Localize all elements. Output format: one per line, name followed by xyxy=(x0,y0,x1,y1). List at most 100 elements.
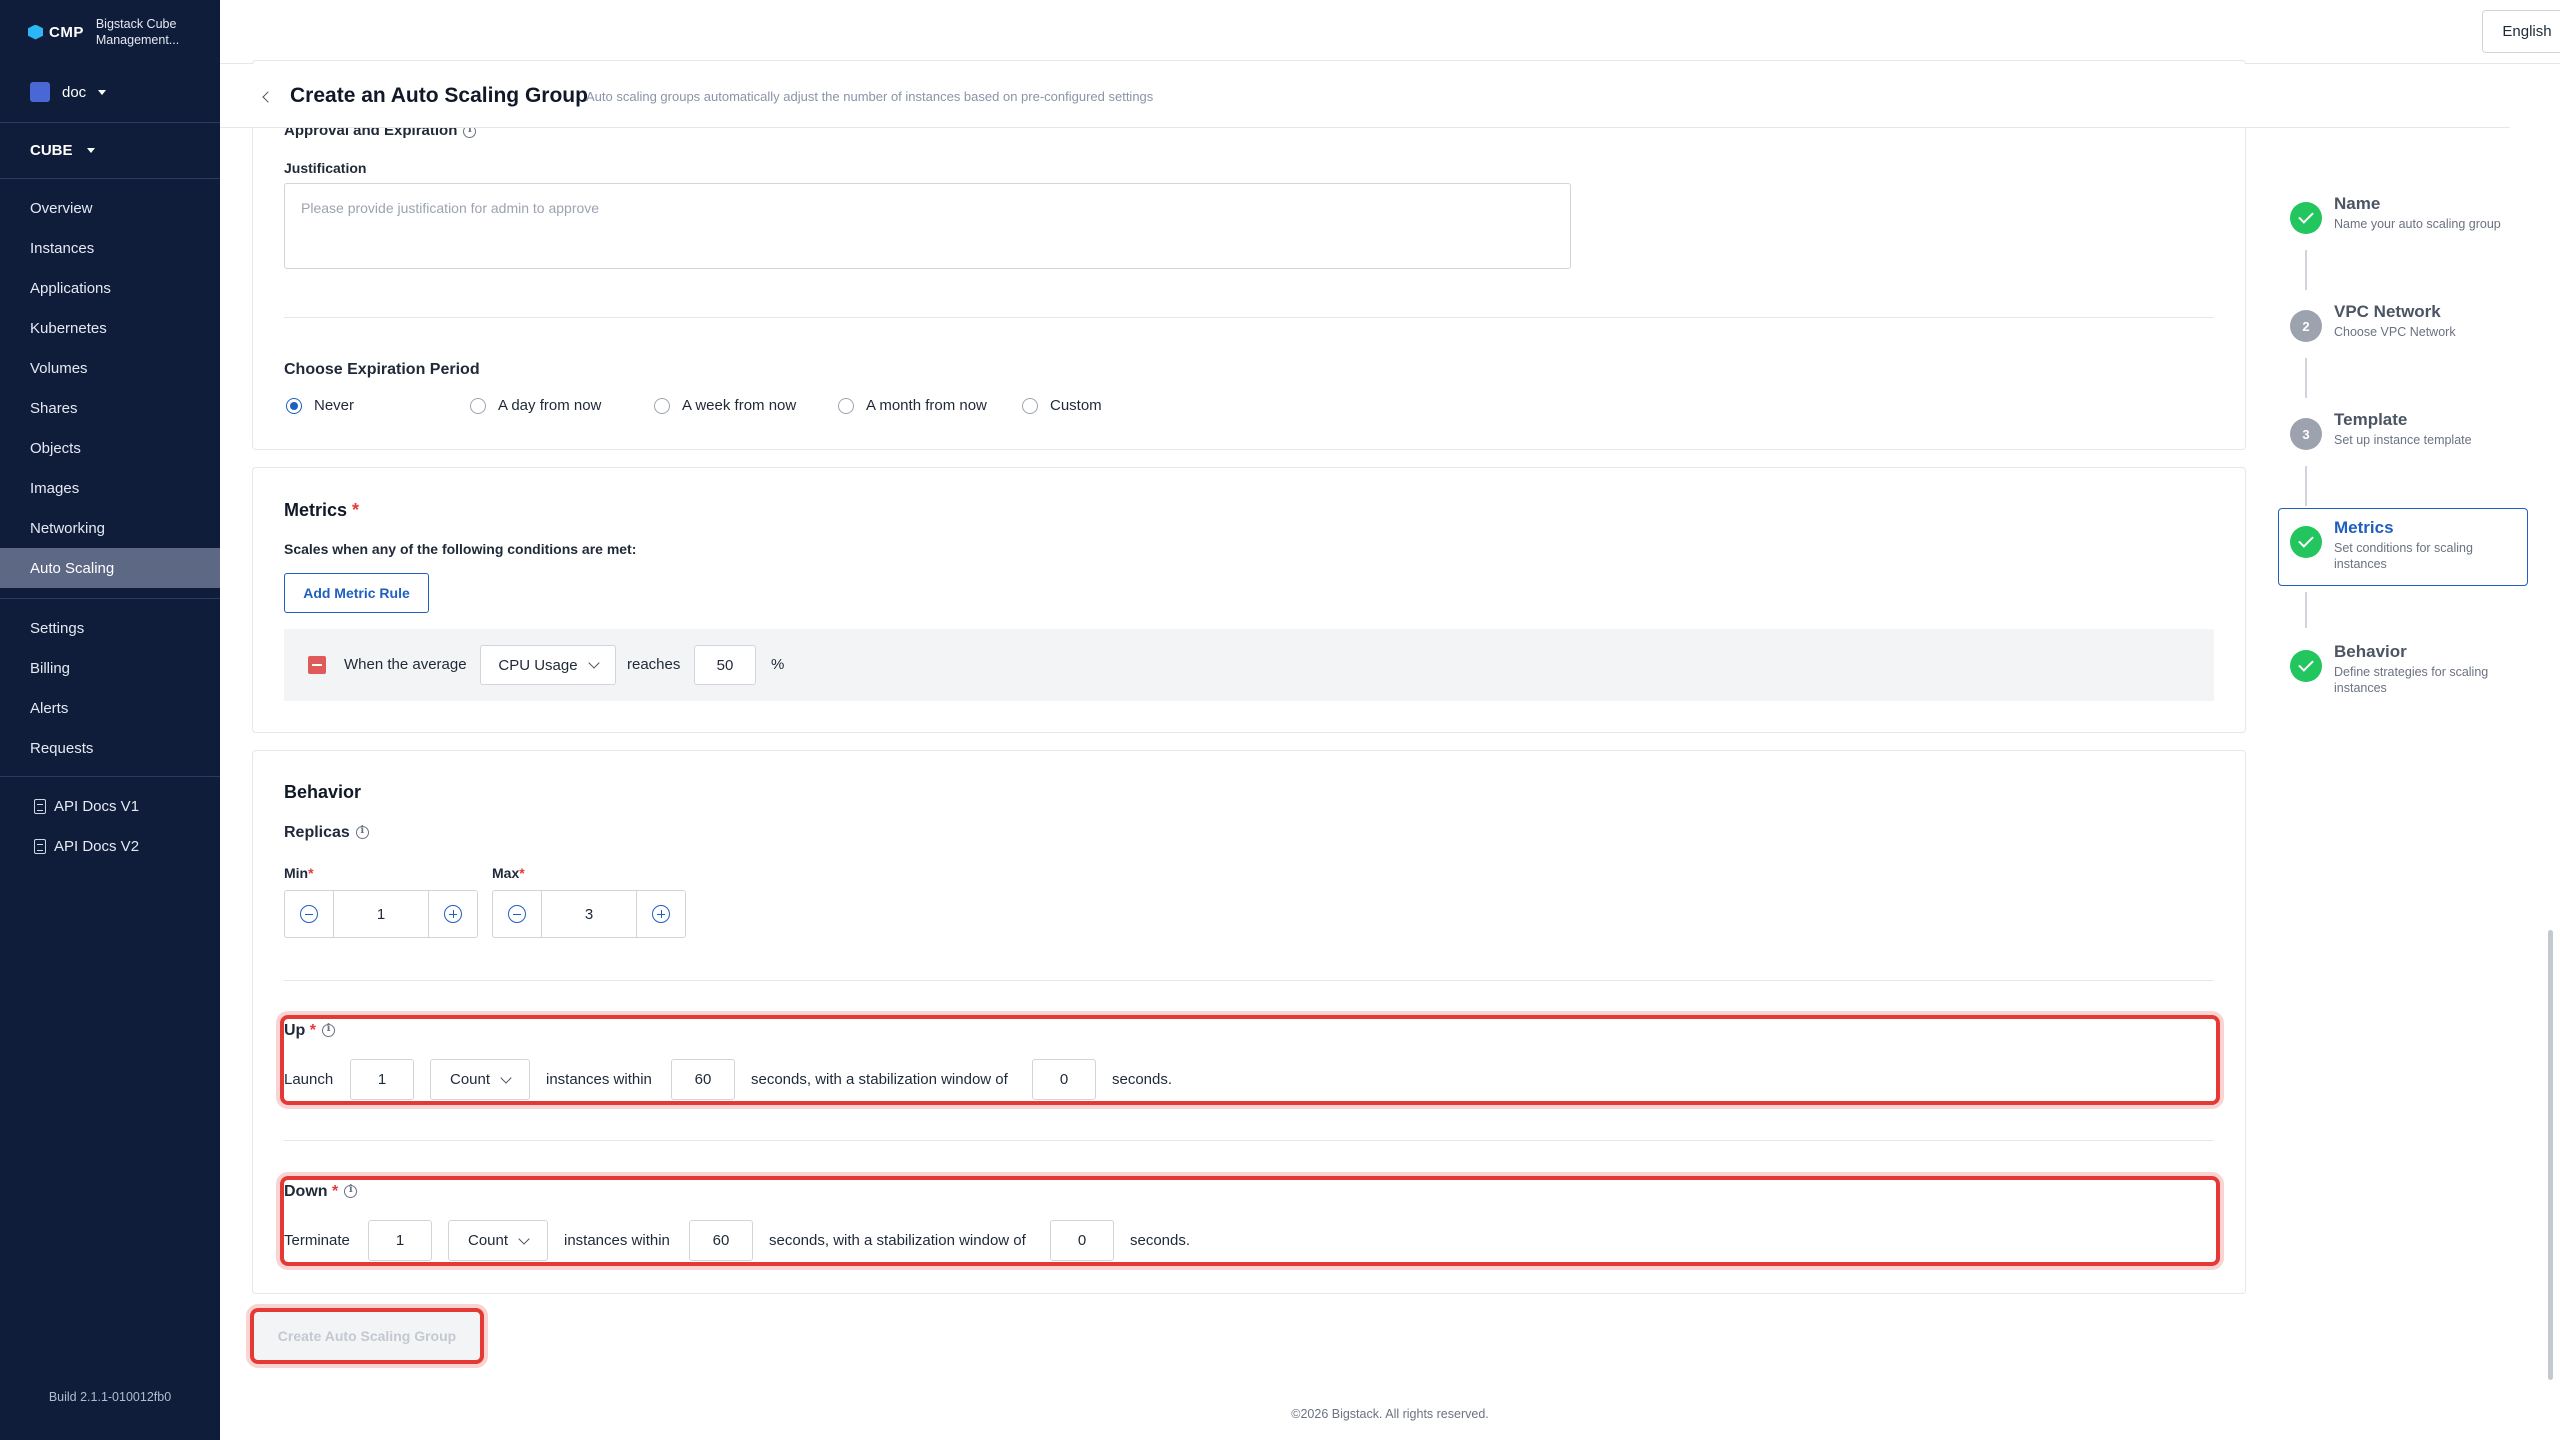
nav-item-images[interactable]: Images xyxy=(0,468,220,508)
cube-selector[interactable]: CUBE xyxy=(30,142,95,159)
up-suffix: seconds. xyxy=(1112,1071,1173,1088)
radio-button[interactable] xyxy=(838,397,854,414)
footer: ©2026 Bigstack. All rights reserved. xyxy=(1291,1407,1489,1421)
down-count-input[interactable]: 1 xyxy=(368,1220,432,1261)
expiration-options: Never A day from now A week from now A m… xyxy=(286,397,1102,414)
justification-label: Justification xyxy=(284,160,367,176)
down-suffix: seconds. xyxy=(1130,1232,1191,1249)
radio-button[interactable] xyxy=(1022,397,1038,414)
nav-item-billing[interactable]: Billing xyxy=(0,648,220,688)
nav-main: Overview Instances Applications Kubernet… xyxy=(0,188,220,588)
down-unit-select[interactable]: Count xyxy=(448,1220,548,1261)
nav-item-objects[interactable]: Objects xyxy=(0,428,220,468)
check-icon xyxy=(2290,526,2322,558)
step-connector xyxy=(2305,466,2307,506)
divider xyxy=(284,317,2214,318)
chevron-down-icon xyxy=(500,1071,512,1084)
radio-week[interactable]: A week from now xyxy=(654,397,838,414)
plus-circle-icon xyxy=(652,905,670,923)
page-title: Create an Auto Scaling Group xyxy=(290,84,588,107)
down-seconds-input[interactable]: 60 xyxy=(689,1220,753,1261)
max-label: Max* xyxy=(492,865,525,881)
up-action: Launch xyxy=(284,1071,334,1088)
down-label: Down * xyxy=(284,1183,358,1201)
radio-month[interactable]: A month from now xyxy=(838,397,1022,414)
nav-item-shares[interactable]: Shares xyxy=(0,388,220,428)
up-within-text: instances within xyxy=(546,1071,652,1088)
brand[interactable]: CMP Bigstack Cube Management... xyxy=(28,16,191,48)
up-label: Up * xyxy=(284,1022,336,1040)
nav-item-overview[interactable]: Overview xyxy=(0,188,220,228)
radio-button[interactable] xyxy=(470,397,486,414)
project-icon xyxy=(30,82,50,102)
project-selector[interactable]: doc xyxy=(30,82,107,102)
divider xyxy=(284,1140,2214,1141)
step-connector xyxy=(2305,592,2307,628)
radio-day[interactable]: A day from now xyxy=(470,397,654,414)
nav-item-networking[interactable]: Networking xyxy=(0,508,220,548)
max-decrement-button[interactable] xyxy=(493,891,541,937)
nav-item-kubernetes[interactable]: Kubernetes xyxy=(0,308,220,348)
nav-admin: Settings Billing Alerts Requests xyxy=(0,608,220,768)
nav-item-api-docs-v1[interactable]: API Docs V1 xyxy=(0,786,220,826)
page-header: Create an Auto Scaling Group Auto scalin… xyxy=(220,64,2510,128)
max-input[interactable]: 3 xyxy=(541,891,637,937)
brand-text: Bigstack Cube Management... xyxy=(95,17,180,47)
nav-item-volumes[interactable]: Volumes xyxy=(0,348,220,388)
nav-item-requests[interactable]: Requests xyxy=(0,728,220,768)
nav-item-instances[interactable]: Instances xyxy=(0,228,220,268)
page-subtitle: Auto scaling groups automatically adjust… xyxy=(586,89,1154,104)
info-icon[interactable] xyxy=(344,1184,358,1199)
cube-logo-icon xyxy=(28,24,43,40)
nav-item-api-docs-v2[interactable]: API Docs V2 xyxy=(0,826,220,866)
back-arrow-icon[interactable] xyxy=(262,91,274,103)
min-input[interactable]: 1 xyxy=(333,891,429,937)
rule-unit: % xyxy=(771,656,785,673)
down-window-text: seconds, with a stabilization window of xyxy=(769,1232,1026,1249)
step-number-badge: 3 xyxy=(2290,418,2322,450)
radio-button[interactable] xyxy=(286,397,302,414)
language-selector[interactable]: English xyxy=(2482,10,2560,53)
remove-rule-icon[interactable] xyxy=(308,656,326,674)
chevron-down-icon xyxy=(518,1232,530,1245)
nav-item-settings[interactable]: Settings xyxy=(0,608,220,648)
metric-select[interactable]: CPU Usage xyxy=(480,645,616,685)
nav-item-applications[interactable]: Applications xyxy=(0,268,220,308)
radio-custom[interactable]: Custom xyxy=(1022,397,1102,414)
info-icon[interactable] xyxy=(322,1023,336,1038)
up-count-input[interactable]: 1 xyxy=(350,1059,414,1100)
radio-never[interactable]: Never xyxy=(286,397,470,414)
create-auto-scaling-group-button[interactable]: Create Auto Scaling Group xyxy=(250,1308,484,1364)
threshold-input[interactable]: 50 xyxy=(694,645,756,685)
down-action: Terminate xyxy=(284,1232,350,1249)
add-metric-rule-button[interactable]: Add Metric Rule xyxy=(284,573,429,613)
scale-down-highlight xyxy=(280,1176,2220,1266)
up-unit-select[interactable]: Count xyxy=(430,1059,530,1100)
replicas-label: Replicas xyxy=(284,824,369,842)
divider xyxy=(0,178,220,179)
nav-item-auto-scaling[interactable]: Auto Scaling xyxy=(0,548,220,588)
down-window-input[interactable]: 0 xyxy=(1050,1220,1114,1261)
min-stepper: 1 xyxy=(284,890,478,938)
check-icon xyxy=(2290,202,2322,234)
divider xyxy=(0,598,220,599)
sidebar: CMP Bigstack Cube Management... doc CUBE… xyxy=(0,0,220,1440)
radio-button[interactable] xyxy=(654,397,670,414)
build-version: Build 2.1.1-010012fb0 xyxy=(48,1390,172,1404)
min-increment-button[interactable] xyxy=(429,891,477,937)
step-connector xyxy=(2305,250,2307,290)
justification-textarea[interactable]: Please provide justification for admin t… xyxy=(284,183,1571,269)
nav-docs: API Docs V1 API Docs V2 xyxy=(0,786,220,866)
up-window-input[interactable]: 0 xyxy=(1032,1059,1096,1100)
vertical-scrollbar[interactable] xyxy=(2548,930,2553,1380)
divider xyxy=(284,980,2214,981)
info-icon[interactable] xyxy=(355,825,369,840)
divider xyxy=(0,122,220,123)
nav-item-alerts[interactable]: Alerts xyxy=(0,688,220,728)
up-seconds-input[interactable]: 60 xyxy=(671,1059,735,1100)
top-bar: English D xyxy=(220,0,2560,64)
down-within-text: instances within xyxy=(564,1232,670,1249)
max-increment-button[interactable] xyxy=(637,891,685,937)
metrics-heading: Metrics * xyxy=(284,500,360,520)
min-decrement-button[interactable] xyxy=(285,891,333,937)
